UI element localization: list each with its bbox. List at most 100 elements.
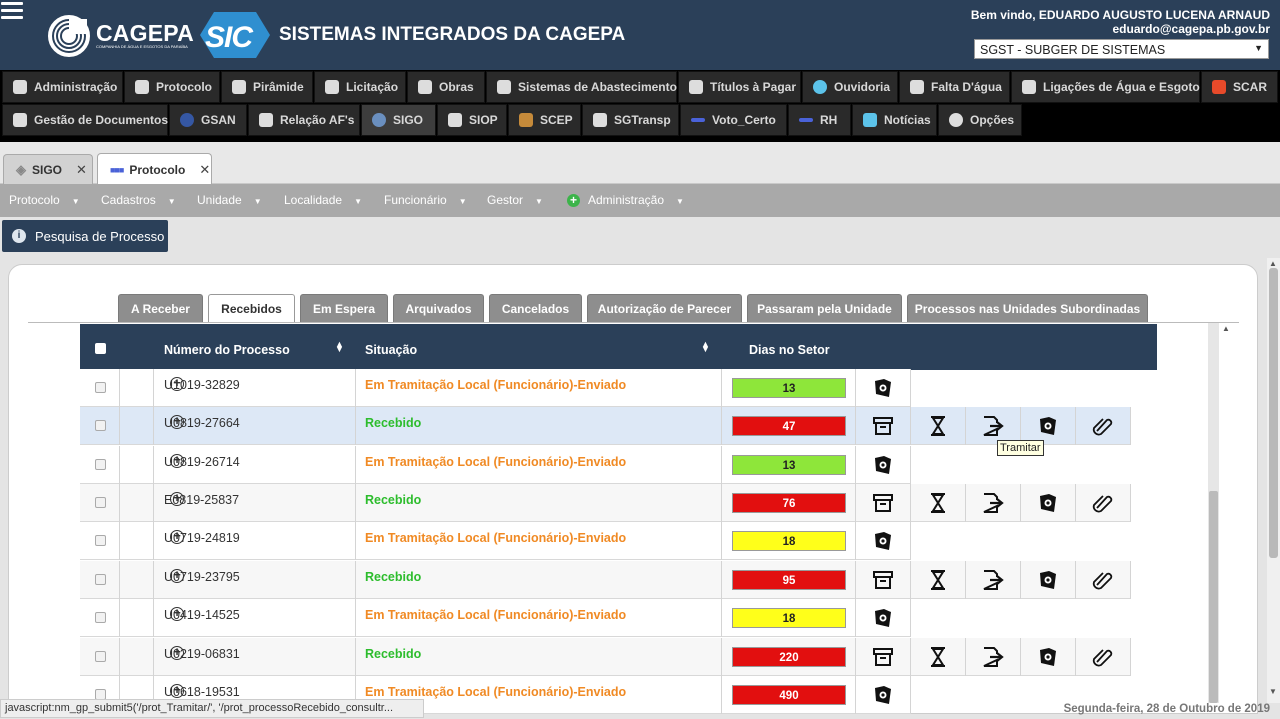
tab-cancelados[interactable]: Cancelados <box>489 294 582 322</box>
row-checkbox[interactable] <box>95 459 106 470</box>
table-row[interactable]: + U1019-32829 Em Tramitação Local (Funcion… <box>80 369 911 407</box>
system-select[interactable]: SGST - SUBGER DE SISTEMAS ▼ <box>974 39 1269 59</box>
row-checkbox[interactable] <box>95 612 106 623</box>
process-number[interactable]: U0219-06831 <box>164 647 240 661</box>
row-checkbox[interactable] <box>95 497 106 508</box>
menu-item-scar[interactable]: SCAR <box>1201 71 1278 103</box>
wait-button[interactable] <box>911 561 966 599</box>
menu-item-licitacao[interactable]: Licitação <box>314 71 406 103</box>
view-folder-button[interactable] <box>856 676 911 714</box>
hamburger-menu-icon[interactable] <box>1 2 23 20</box>
tab-a-receber[interactable]: A Receber <box>118 294 203 322</box>
tab-passaram-unidade[interactable]: Passaram pela Unidade <box>747 294 902 322</box>
menu-item-falta-dagua[interactable]: Falta D'água <box>899 71 1010 103</box>
process-number[interactable]: U0719-23795 <box>164 570 240 584</box>
table-row[interactable]: + U0219-06831 Recebido 220 <box>80 638 1131 676</box>
submenu-unidade[interactable]: Unidade ▼ <box>197 193 262 207</box>
tramitar-button[interactable] <box>966 484 1021 522</box>
select-all-checkbox[interactable] <box>95 343 106 354</box>
tab-autorizacao-parecer[interactable]: Autorização de Parecer <box>587 294 742 322</box>
wait-button[interactable] <box>911 638 966 676</box>
view-folder-button[interactable] <box>856 599 911 637</box>
row-checkbox[interactable] <box>95 382 106 393</box>
archive-button[interactable] <box>856 407 911 445</box>
table-row[interactable]: + U0419-14525 Em Tramitação Local (Funcion… <box>80 599 911 637</box>
view-folder-button[interactable] <box>856 522 911 560</box>
menu-item-voto-certo[interactable]: Voto_Certo <box>680 104 787 136</box>
view-folder-button[interactable] <box>1021 484 1076 522</box>
menu-item-noticias[interactable]: Notícias <box>852 104 937 136</box>
scroll-up-arrow-icon[interactable]: ▲ <box>1269 259 1277 268</box>
submenu-gestor[interactable]: Gestor ▼ <box>487 193 543 207</box>
row-checkbox[interactable] <box>95 420 106 431</box>
menu-item-ligacoes[interactable]: Ligações de Água e Esgoto <box>1011 71 1200 103</box>
process-number[interactable]: U0419-14525 <box>164 608 240 622</box>
process-number[interactable]: U1019-32829 <box>164 378 240 392</box>
tab-em-espera[interactable]: Em Espera <box>300 294 388 322</box>
submenu-cadastros[interactable]: Cadastros ▼ <box>101 193 176 207</box>
submenu-localidade[interactable]: Localidade ▼ <box>284 193 362 207</box>
process-number[interactable]: U0618-19531 <box>164 685 240 699</box>
view-folder-button[interactable] <box>856 446 911 484</box>
process-number[interactable]: U0719-24819 <box>164 531 240 545</box>
menu-item-administracao[interactable]: Administração <box>2 71 123 103</box>
tab-protocolo[interactable]: ■■■ Protocolo ✕ <box>97 153 212 185</box>
attach-button[interactable] <box>1076 638 1131 676</box>
scroll-thumb[interactable] <box>1209 491 1218 703</box>
menu-item-relacao-afs[interactable]: Relação AF's <box>248 104 360 136</box>
tab-recebidos[interactable]: Recebidos <box>208 294 295 323</box>
header-numero[interactable]: Número do Processo <box>164 343 290 357</box>
table-row[interactable]: + U0819-26714 Em Tramitação Local (Funcion… <box>80 446 911 484</box>
process-number[interactable]: U0819-27664 <box>164 416 240 430</box>
process-number[interactable]: U0819-26714 <box>164 455 240 469</box>
menu-item-gestao-documentos[interactable]: Gestão de Documentos <box>2 104 168 136</box>
view-folder-button[interactable] <box>856 369 911 407</box>
menu-item-obras[interactable]: Obras <box>407 71 485 103</box>
scroll-down-arrow-icon[interactable]: ▼ <box>1269 687 1277 696</box>
submenu-administracao[interactable]: + Administração ▼ <box>567 193 684 207</box>
tramitar-button[interactable] <box>966 561 1021 599</box>
grid-scrollbar[interactable] <box>1208 323 1219 703</box>
process-number[interactable]: E0819-25837 <box>164 493 239 507</box>
menu-item-abastecimento[interactable]: Sistemas de Abastecimento <box>486 71 677 103</box>
menu-item-piramide[interactable]: Pirâmide <box>221 71 313 103</box>
menu-item-rh[interactable]: RH <box>788 104 851 136</box>
menu-item-scep[interactable]: SCEP <box>508 104 581 136</box>
row-checkbox[interactable] <box>95 574 106 585</box>
attach-button[interactable] <box>1076 407 1131 445</box>
menu-item-protocolo[interactable]: Protocolo <box>124 71 220 103</box>
table-row[interactable]: + U0819-27664 Recebido 47 <box>80 407 1131 445</box>
archive-button[interactable] <box>856 638 911 676</box>
menu-item-sgtransp[interactable]: SGTransp <box>582 104 679 136</box>
header-situacao[interactable]: Situação <box>365 343 417 357</box>
menu-item-siop[interactable]: SIOP <box>437 104 507 136</box>
menu-item-gsan[interactable]: GSAN <box>169 104 247 136</box>
search-process-button[interactable]: i Pesquisa de Processo <box>2 220 168 252</box>
close-icon[interactable]: ✕ <box>76 162 87 178</box>
tab-arquivados[interactable]: Arquivados <box>393 294 484 322</box>
table-row[interactable]: + U0719-23795 Recebido 95 <box>80 561 1131 599</box>
table-row[interactable]: + U0719-24819 Em Tramitação Local (Funcion… <box>80 522 911 560</box>
submenu-funcionario[interactable]: Funcionário ▼ <box>384 193 467 207</box>
archive-button[interactable] <box>856 484 911 522</box>
wait-button[interactable] <box>911 484 966 522</box>
tramitar-button[interactable] <box>966 638 1021 676</box>
submenu-protocolo[interactable]: Protocolo ▼ <box>9 193 80 207</box>
attach-button[interactable] <box>1076 484 1131 522</box>
sort-icon[interactable]: ▲ ▼ <box>335 340 344 354</box>
tab-sigo[interactable]: ◈ SIGO ✕ <box>3 154 93 184</box>
wait-button[interactable] <box>911 407 966 445</box>
page-scrollbar[interactable] <box>1267 258 1280 703</box>
attach-button[interactable] <box>1076 561 1131 599</box>
row-checkbox[interactable] <box>95 535 106 546</box>
menu-item-titulos[interactable]: Títulos à Pagar <box>678 71 801 103</box>
scroll-thumb[interactable] <box>1269 268 1278 558</box>
menu-item-sigo[interactable]: SIGO <box>361 104 436 136</box>
view-folder-button[interactable] <box>1021 561 1076 599</box>
table-row[interactable]: + E0819-25837 Recebido 76 <box>80 484 1131 522</box>
menu-item-opcoes[interactable]: Opções <box>938 104 1022 136</box>
view-folder-button[interactable] <box>1021 638 1076 676</box>
archive-button[interactable] <box>856 561 911 599</box>
tab-unidades-subordinadas[interactable]: Processos nas Unidades Subordinadas <box>907 294 1148 322</box>
scroll-up-arrow-icon[interactable]: ▲ <box>1222 324 1230 333</box>
